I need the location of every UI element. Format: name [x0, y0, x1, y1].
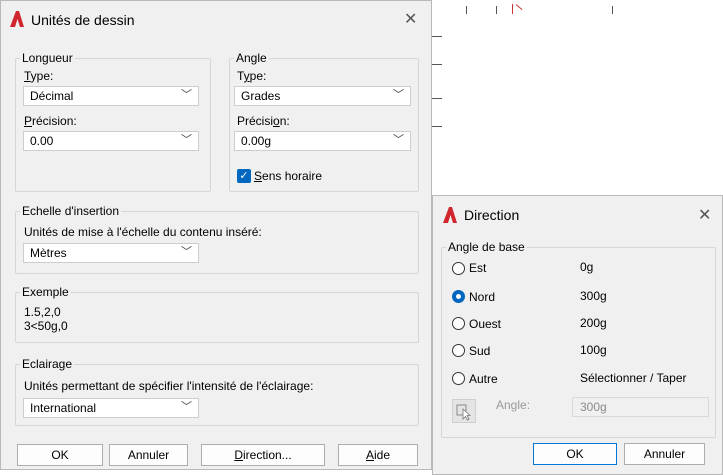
- autocad-logo-icon: [443, 207, 457, 223]
- insertion-units-label: Unités de mise à l'échelle du contenu in…: [24, 225, 262, 239]
- chevron-down-icon: ﹀: [393, 134, 404, 146]
- drawing-line: [432, 64, 442, 65]
- insertion-units-value: Mètres: [30, 246, 67, 260]
- sample-line-2: 3<50g,0: [24, 319, 68, 333]
- chevron-down-icon: ﹀: [181, 134, 192, 146]
- length-type-select[interactable]: Décimal ﹀: [23, 86, 199, 106]
- radio-other[interactable]: [452, 372, 465, 385]
- insertion-units-select[interactable]: Mètres ﹀: [23, 243, 199, 263]
- title-bar: Unités de dessin ✕: [1, 1, 431, 39]
- radio-west[interactable]: [452, 317, 465, 330]
- radio-other-label: Autre: [469, 372, 498, 386]
- clockwise-label[interactable]: Sens horaire: [254, 169, 322, 183]
- chevron-down-icon: ﹀: [181, 401, 192, 413]
- insertion-scale-legend: Echelle d'insertion: [22, 204, 120, 218]
- sample-line-1: 1.5,2,0: [24, 305, 61, 319]
- chevron-down-icon: ﹀: [181, 89, 192, 101]
- radio-other-value: Sélectionner / Taper: [580, 371, 687, 385]
- angle-type-label: Type:: [237, 69, 267, 83]
- angle-legend: Angle: [236, 51, 267, 65]
- cancel-button[interactable]: Annuler: [109, 444, 188, 466]
- radio-north[interactable]: [452, 290, 465, 303]
- radio-east-value: 0g: [580, 260, 594, 274]
- lighting-units-label: Unités permettant de spécifier l'intensi…: [24, 379, 314, 393]
- length-legend: Longueur: [22, 51, 73, 65]
- lighting-units-value: International: [30, 401, 97, 415]
- angle-type-value: Grades: [241, 89, 281, 103]
- angle-input-value: 300g: [580, 400, 607, 414]
- drawing-line: [432, 36, 442, 37]
- close-icon[interactable]: ✕: [698, 205, 711, 225]
- radio-east[interactable]: [452, 262, 465, 275]
- lighting-units-select[interactable]: International ﹀: [23, 398, 199, 418]
- length-type-label: Type:: [24, 69, 54, 83]
- radio-south-value: 100g: [580, 343, 607, 357]
- direction-dialog: Direction ✕ Angle de base Est 0g Nord 30…: [432, 195, 723, 475]
- drawing-line: [512, 4, 513, 14]
- help-button[interactable]: Aide: [338, 444, 418, 466]
- base-angle-legend: Angle de base: [448, 240, 525, 254]
- drawing-units-dialog: Unités de dessin ✕ Longueur Type: Décima…: [0, 0, 432, 470]
- drawing-line: [466, 6, 467, 14]
- insertion-scale-group: Echelle d'insertion: [15, 204, 419, 274]
- direction-dialog-title: Direction: [464, 207, 520, 223]
- chevron-down-icon: ﹀: [393, 89, 404, 101]
- angle-precision-value: 0.00g: [241, 134, 272, 148]
- radio-east-label: Est: [469, 261, 487, 275]
- angle-input[interactable]: 300g: [572, 397, 709, 417]
- length-precision-label: Précision:: [24, 114, 77, 128]
- lighting-legend: Eclairage: [22, 357, 73, 371]
- sample-legend: Exemple: [22, 285, 69, 299]
- checkmark-icon: ✓: [239, 170, 249, 182]
- dialog-title: Unités de dessin: [31, 12, 135, 28]
- radio-south[interactable]: [452, 344, 465, 357]
- angle-precision-label: Précision:: [237, 114, 290, 128]
- direction-cancel-button[interactable]: Annuler: [624, 443, 705, 465]
- autocad-logo-icon: [10, 11, 24, 27]
- direction-button[interactable]: Direction...: [201, 444, 325, 466]
- drawing-line: [432, 98, 442, 99]
- pick-angle-icon: [456, 404, 472, 421]
- clockwise-checkbox[interactable]: ✓: [237, 169, 251, 183]
- chevron-down-icon: ﹀: [181, 246, 192, 258]
- radio-north-label: Nord: [469, 290, 496, 304]
- radio-south-label: Sud: [469, 344, 491, 358]
- direction-ok-button[interactable]: OK: [533, 443, 617, 465]
- pick-angle-button[interactable]: [452, 399, 476, 423]
- length-precision-value: 0.00: [30, 134, 54, 148]
- drawing-line: [432, 126, 442, 127]
- direction-title-bar: Direction ✕: [433, 196, 722, 234]
- sample-group: Exemple: [15, 285, 419, 343]
- angle-label: Angle:: [496, 398, 531, 412]
- drawing-line: [496, 6, 497, 14]
- drawing-line: [515, 4, 523, 11]
- length-type-value: Décimal: [30, 89, 74, 103]
- angle-precision-select[interactable]: 0.00g ﹀: [234, 131, 411, 151]
- radio-north-value: 300g: [580, 289, 607, 303]
- radio-west-value: 200g: [580, 316, 607, 330]
- radio-west-label: Ouest: [469, 317, 502, 331]
- angle-type-select[interactable]: Grades ﹀: [234, 86, 411, 106]
- ok-button[interactable]: OK: [17, 444, 103, 466]
- length-precision-select[interactable]: 0.00 ﹀: [23, 131, 199, 151]
- drawing-line: [612, 6, 613, 14]
- close-icon[interactable]: ✕: [404, 9, 417, 29]
